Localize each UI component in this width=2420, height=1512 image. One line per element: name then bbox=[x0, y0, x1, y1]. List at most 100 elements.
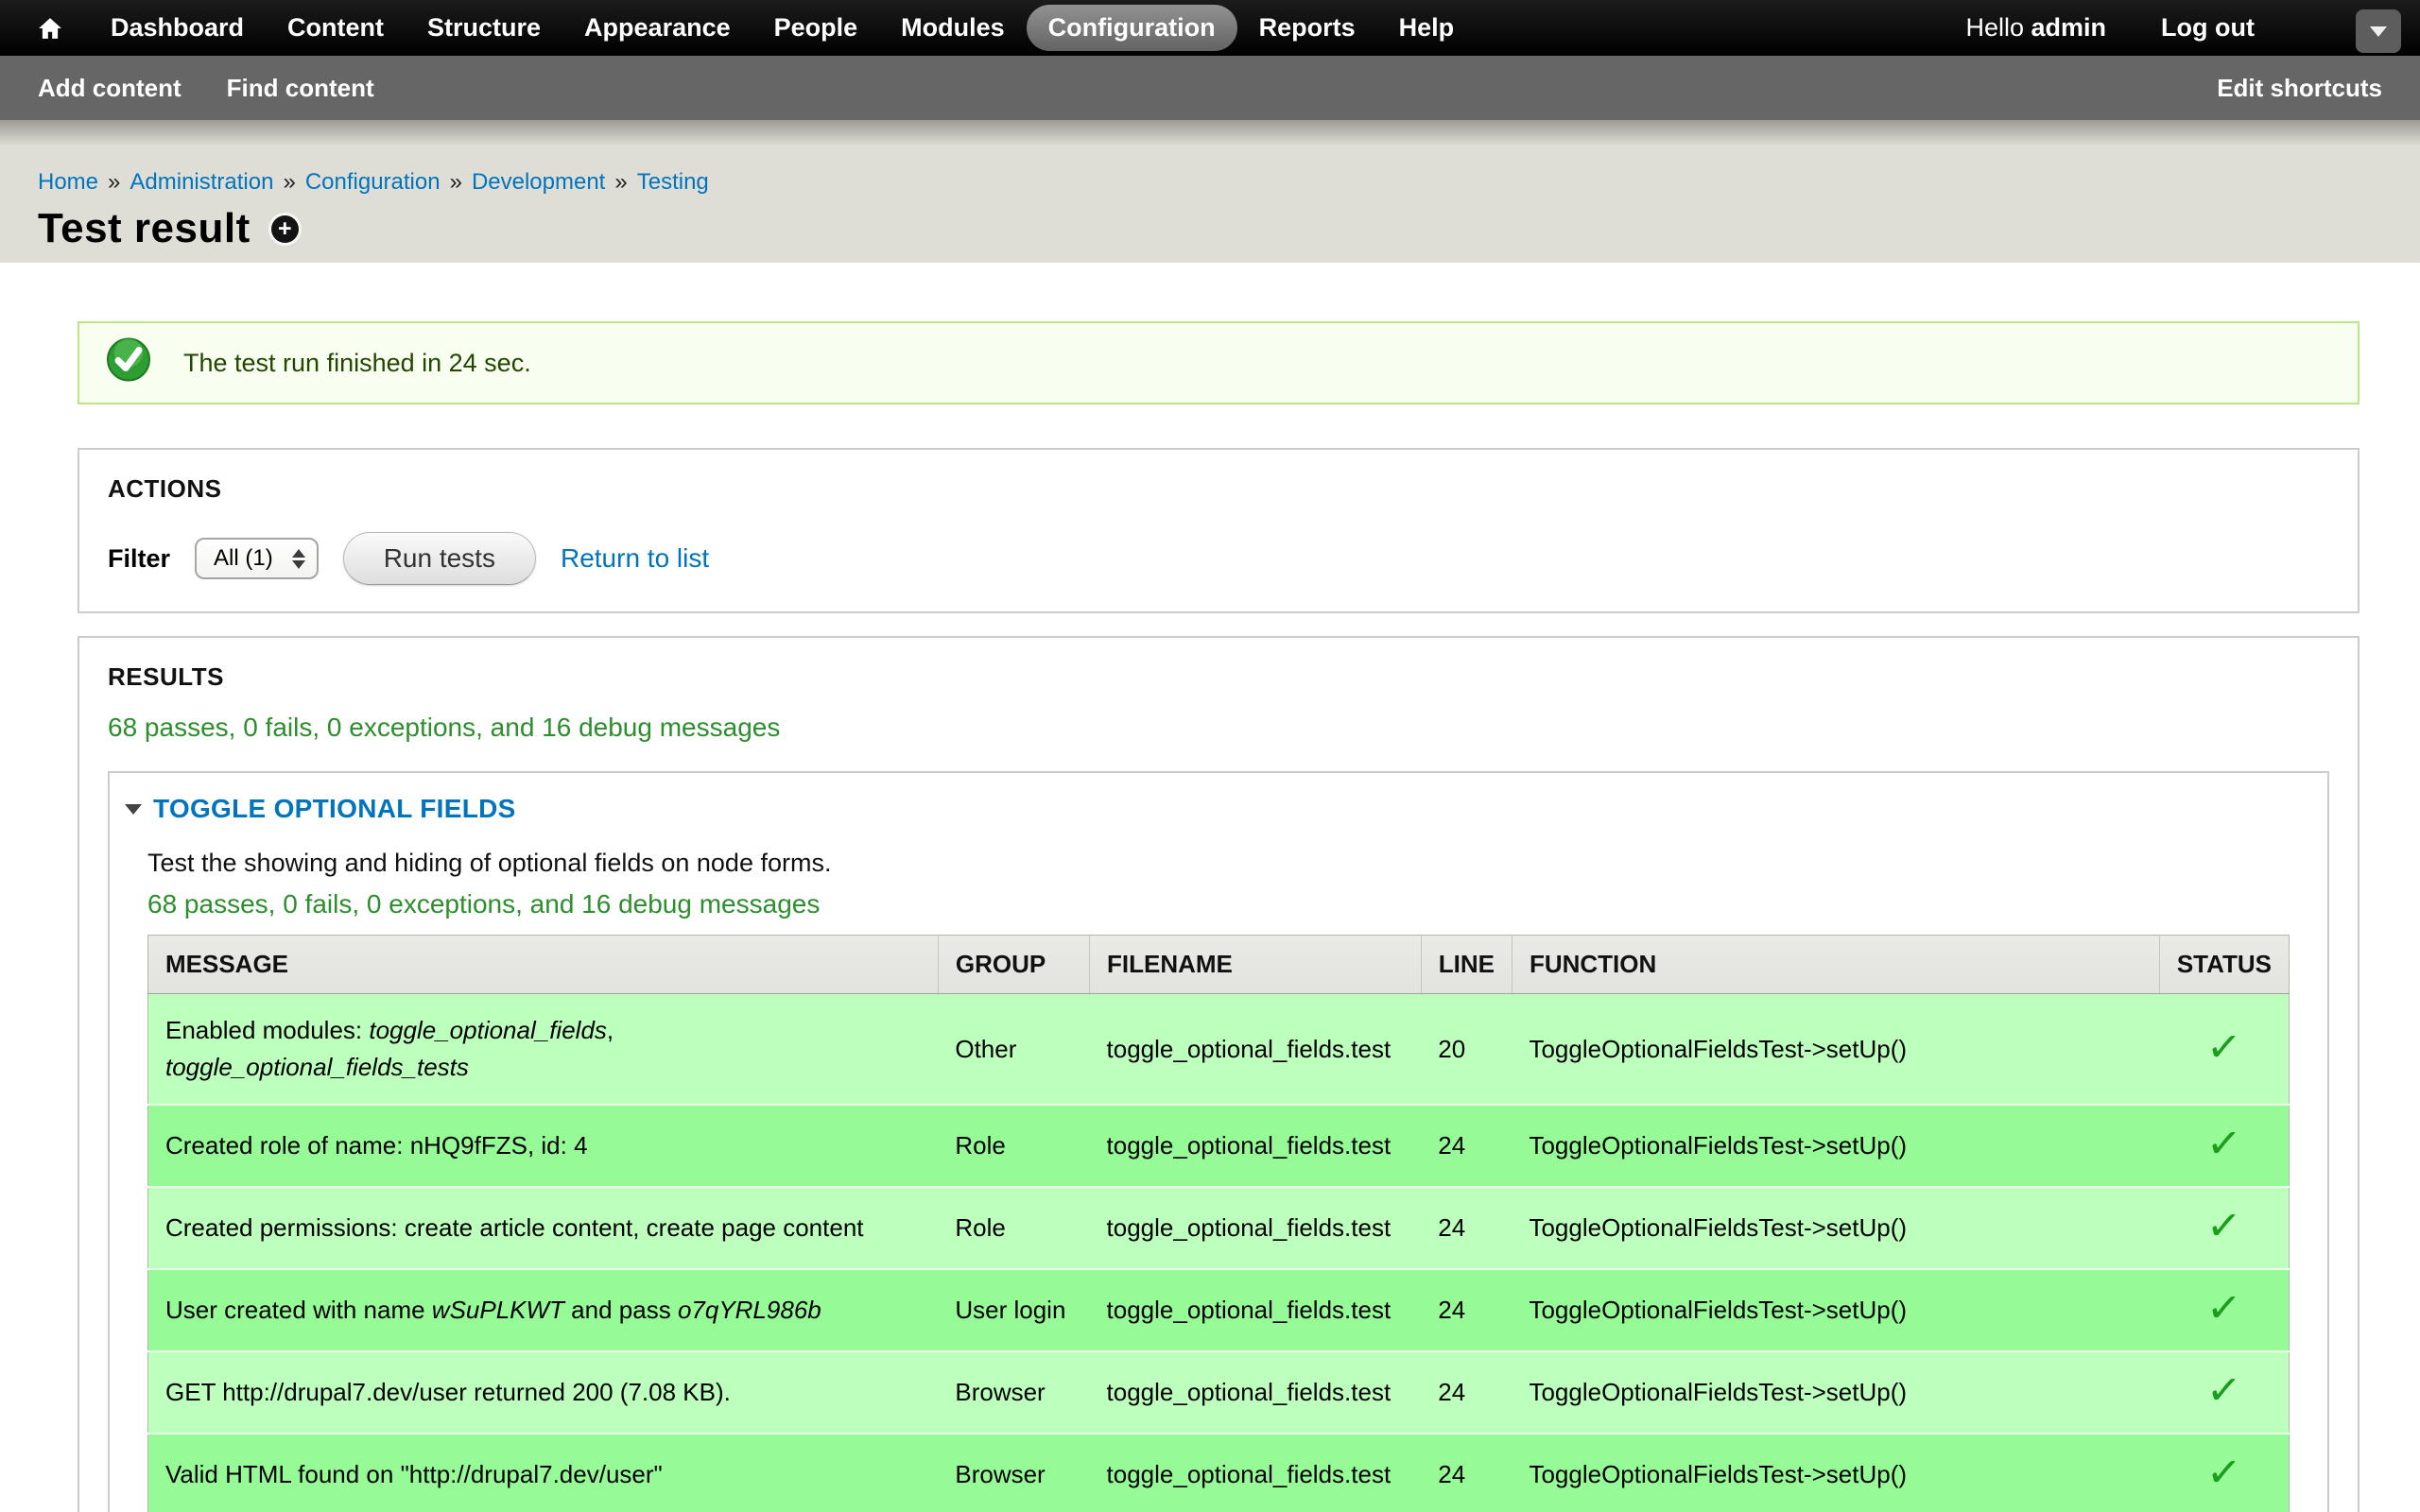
cell-line: 24 bbox=[1421, 1187, 1512, 1269]
cell-function: ToggleOptionalFieldsTest->setUp() bbox=[1512, 1105, 2159, 1187]
pass-check-icon: ✓ bbox=[2205, 1205, 2243, 1248]
shortcut-item-find-content[interactable]: Find content bbox=[227, 74, 374, 103]
cell-message: Created permissions: create article cont… bbox=[148, 1187, 939, 1269]
add-to-shortcuts-icon[interactable]: + bbox=[271, 215, 299, 243]
toolbar-item-dashboard[interactable]: Dashboard bbox=[89, 5, 266, 51]
results-fieldset: RESULTS 68 passes, 0 fails, 0 exceptions… bbox=[78, 636, 2360, 1512]
cell-function: ToggleOptionalFieldsTest->setUp() bbox=[1512, 1187, 2159, 1269]
run-tests-button[interactable]: Run tests bbox=[343, 532, 536, 585]
page-title: Test result bbox=[38, 205, 251, 252]
cell-filename: toggle_optional_fields.test bbox=[1090, 994, 1422, 1106]
message-text: Created role of name: nHQ9fFZS, id: 4 bbox=[165, 1131, 588, 1160]
breadcrumb-link[interactable]: Home bbox=[38, 169, 98, 195]
user-greeting-link[interactable]: Hello admin bbox=[1965, 13, 2106, 43]
return-to-list-link[interactable]: Return to list bbox=[561, 543, 709, 574]
breadcrumb-separator: » bbox=[108, 169, 120, 195]
page-header: Home » Administration » Configuration » Develo… bbox=[0, 120, 2420, 263]
cell-line: 20 bbox=[1421, 994, 1512, 1106]
pass-check-icon: ✓ bbox=[2205, 1025, 2243, 1069]
message-text: wSuPLKWT bbox=[432, 1296, 564, 1324]
test-group-summary: 68 passes, 0 fails, 0 exceptions, and 16… bbox=[147, 889, 2290, 919]
header-function: FUNCTION bbox=[1512, 936, 2159, 994]
filter-select[interactable]: All (1) bbox=[195, 538, 319, 579]
breadcrumb-separator: » bbox=[283, 169, 295, 195]
cell-filename: toggle_optional_fields.test bbox=[1090, 1105, 1422, 1187]
message-text: toggle_optional_fields bbox=[369, 1016, 607, 1044]
breadcrumb-link[interactable]: Testing bbox=[637, 169, 709, 195]
filter-select-value: All (1) bbox=[214, 545, 273, 572]
username: admin bbox=[2031, 13, 2107, 42]
toolbar-toggle-button[interactable] bbox=[2356, 9, 2401, 53]
message-text: Enabled modules: bbox=[165, 1016, 369, 1044]
logout-link[interactable]: Log out bbox=[2161, 13, 2255, 43]
toolbar-user-area: Hello admin Log out bbox=[1965, 13, 2255, 43]
toolbar-item-modules[interactable]: Modules bbox=[879, 5, 1027, 51]
edit-shortcuts-link[interactable]: Edit shortcuts bbox=[2217, 74, 2382, 103]
pass-check-icon: ✓ bbox=[2205, 1369, 2243, 1413]
table-row: GET http://drupal7.dev/user returned 200… bbox=[148, 1351, 2290, 1434]
toolbar-item-content[interactable]: Content bbox=[266, 5, 406, 51]
breadcrumb-link[interactable]: Administration bbox=[130, 169, 273, 195]
shortcut-items: Add content Find content bbox=[38, 74, 374, 103]
collapse-arrow-icon bbox=[125, 804, 142, 815]
table-header-row: MESSAGE GROUP FILENAME LINE FUNCTION STA… bbox=[148, 936, 2290, 994]
message-text: toggle_optional_fields_tests bbox=[165, 1053, 469, 1081]
cell-function: ToggleOptionalFieldsTest->setUp() bbox=[1512, 1269, 2159, 1351]
toolbar-item-appearance[interactable]: Appearance bbox=[562, 5, 752, 51]
actions-fieldset: ACTIONS Filter All (1) Run tests Return … bbox=[78, 448, 2360, 613]
message-text: o7qYRL986b bbox=[678, 1296, 821, 1324]
cell-line: 24 bbox=[1421, 1105, 1512, 1187]
cell-message: Enabled modules: toggle_optional_fields,… bbox=[148, 994, 939, 1106]
cell-status: ✓ bbox=[2159, 1105, 2289, 1187]
toolbar-item-structure[interactable]: Structure bbox=[406, 5, 562, 51]
results-table-body: Enabled modules: toggle_optional_fields,… bbox=[148, 994, 2290, 1512]
cell-line: 24 bbox=[1421, 1434, 1512, 1512]
header-status: STATUS bbox=[2159, 936, 2289, 994]
cell-message: User created with name wSuPLKWT and pass… bbox=[148, 1269, 939, 1351]
chevron-down-icon bbox=[2370, 26, 2387, 37]
toolbar-menu: DashboardContentStructureAppearancePeopl… bbox=[89, 5, 1476, 51]
table-row: User created with name wSuPLKWT and pass… bbox=[148, 1269, 2290, 1351]
cell-group: User login bbox=[938, 1269, 1089, 1351]
toolbar-item-help[interactable]: Help bbox=[1377, 5, 1477, 51]
message-text: and pass bbox=[564, 1296, 678, 1324]
message-text: GET http://drupal7.dev/user returned 200… bbox=[165, 1378, 731, 1406]
header-line: LINE bbox=[1421, 936, 1512, 994]
toolbar-item-reports[interactable]: Reports bbox=[1237, 5, 1377, 51]
cell-status: ✓ bbox=[2159, 1187, 2289, 1269]
cell-function: ToggleOptionalFieldsTest->setUp() bbox=[1512, 1434, 2159, 1512]
cell-group: Role bbox=[938, 1105, 1089, 1187]
breadcrumb-link[interactable]: Configuration bbox=[305, 169, 441, 195]
success-check-icon bbox=[106, 337, 151, 389]
home-icon[interactable] bbox=[38, 16, 62, 41]
breadcrumb-link[interactable]: Development bbox=[472, 169, 605, 195]
pass-check-icon: ✓ bbox=[2205, 1287, 2243, 1331]
cell-function: ToggleOptionalFieldsTest->setUp() bbox=[1512, 1351, 2159, 1434]
cell-message: Created role of name: nHQ9fFZS, id: 4 bbox=[148, 1105, 939, 1187]
main-content: The test run finished in 24 sec. ACTIONS… bbox=[0, 263, 2420, 1512]
cell-status: ✓ bbox=[2159, 1434, 2289, 1512]
test-group-title-link[interactable]: TOGGLE OPTIONAL FIELDS bbox=[153, 794, 516, 824]
cell-message: GET http://drupal7.dev/user returned 200… bbox=[148, 1351, 939, 1434]
select-arrows-icon bbox=[292, 549, 305, 569]
cell-filename: toggle_optional_fields.test bbox=[1090, 1269, 1422, 1351]
breadcrumb-separator: » bbox=[614, 169, 627, 195]
test-group-description: Test the showing and hiding of optional … bbox=[147, 849, 2290, 878]
shortcut-item-add-content[interactable]: Add content bbox=[38, 74, 182, 103]
cell-status: ✓ bbox=[2159, 1351, 2289, 1434]
message-text: , bbox=[607, 1016, 614, 1044]
admin-toolbar: DashboardContentStructureAppearancePeopl… bbox=[0, 0, 2420, 56]
cell-group: Role bbox=[938, 1187, 1089, 1269]
message-text: User created with name bbox=[165, 1296, 432, 1324]
toolbar-item-configuration[interactable]: Configuration bbox=[1027, 5, 1237, 51]
table-row: Enabled modules: toggle_optional_fields,… bbox=[148, 994, 2290, 1106]
header-message: MESSAGE bbox=[148, 936, 939, 994]
status-message-text: The test run finished in 24 sec. bbox=[183, 349, 531, 378]
test-group-fieldset: TOGGLE OPTIONAL FIELDS Test the showing … bbox=[108, 771, 2329, 1512]
cell-group: Other bbox=[938, 994, 1089, 1106]
toolbar-item-people[interactable]: People bbox=[752, 5, 880, 51]
results-summary: 68 passes, 0 fails, 0 exceptions, and 16… bbox=[108, 713, 2329, 743]
filter-label: Filter bbox=[108, 544, 170, 574]
cell-group: Browser bbox=[938, 1434, 1089, 1512]
cell-line: 24 bbox=[1421, 1269, 1512, 1351]
